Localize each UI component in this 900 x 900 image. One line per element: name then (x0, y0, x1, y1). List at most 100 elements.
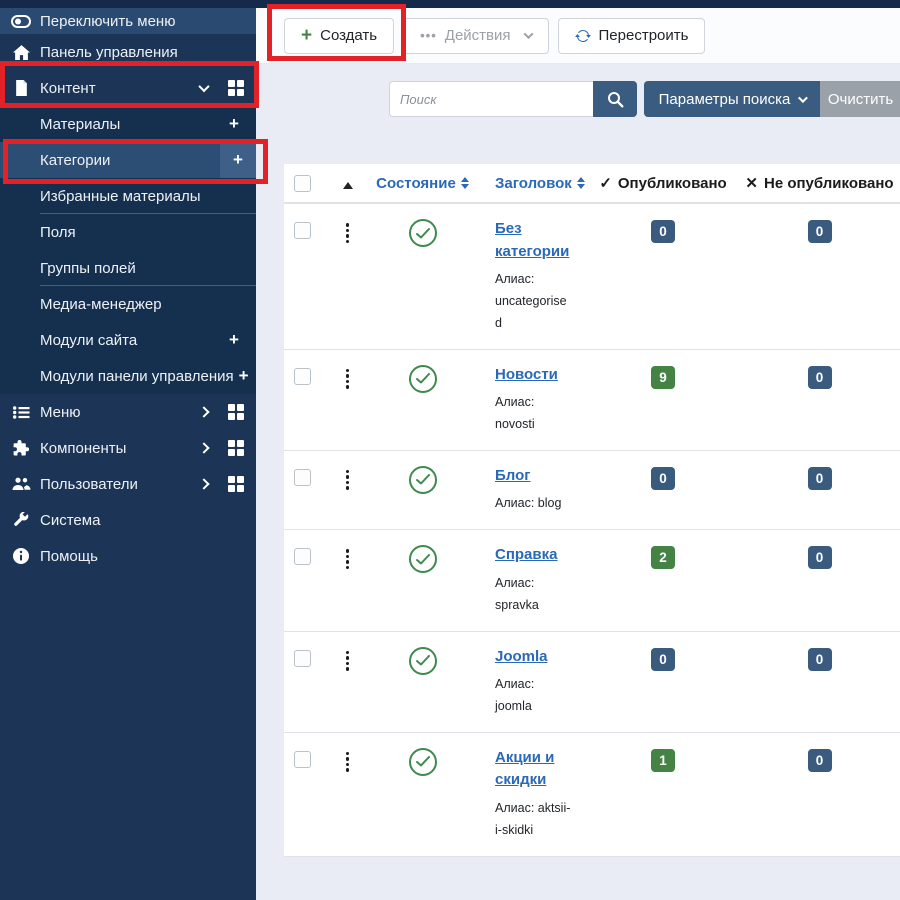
drag-handle-icon[interactable] (346, 651, 350, 671)
file-icon (10, 80, 32, 96)
list-icon (10, 404, 32, 420)
unpublished-count-badge[interactable]: 0 (808, 366, 832, 389)
dashboard-grid-icon[interactable] (228, 404, 244, 420)
published-state-icon[interactable] (409, 466, 437, 494)
sidebar-item-categories[interactable]: Категории + (0, 142, 256, 178)
row-checkbox[interactable] (294, 548, 311, 565)
published-count-badge[interactable]: 2 (651, 546, 675, 569)
sidebar-item-field-groups[interactable]: Группы полей (0, 250, 256, 286)
unpublished-column-header: ✕ Не опубликовано (745, 174, 893, 192)
filter-bar: Параметры поиска Очистить (389, 81, 900, 117)
unpublished-header-label: Не опубликовано (764, 175, 894, 192)
add-icon: + (228, 150, 248, 170)
row-checkbox[interactable] (294, 469, 311, 486)
published-count-badge[interactable]: 0 (651, 220, 675, 243)
unpublished-count-badge[interactable]: 0 (808, 467, 832, 490)
published-state-icon[interactable] (409, 365, 437, 393)
published-state-icon[interactable] (409, 219, 437, 247)
select-all-checkbox[interactable] (294, 175, 311, 192)
sidebar-item-label: Группы полей (40, 260, 244, 277)
unpublished-count-badge[interactable]: 0 (808, 546, 832, 569)
search-input[interactable] (389, 81, 593, 117)
sidebar-item-featured[interactable]: Избранные материалы (0, 178, 256, 214)
category-title-link[interactable]: Без категории (495, 220, 569, 260)
category-title-link[interactable]: Joomla (495, 648, 548, 665)
sidebar-item-components[interactable]: Компоненты (0, 430, 256, 466)
actions-button[interactable]: ••• Действия (403, 18, 548, 54)
create-button[interactable]: + Создать (284, 18, 394, 54)
drag-handle-icon[interactable] (346, 752, 350, 772)
title-column-header[interactable]: Заголовок (495, 175, 572, 192)
drag-handle-icon[interactable] (346, 549, 350, 569)
unpublished-count-badge[interactable]: 0 (808, 220, 832, 243)
unpublished-count-badge[interactable]: 0 (808, 648, 832, 671)
chevron-right-icon (194, 408, 214, 416)
sidebar-item-system[interactable]: Система (0, 502, 256, 538)
drag-handle-icon[interactable] (346, 223, 350, 243)
add-icon[interactable]: + (224, 330, 244, 350)
sidebar-item-fields[interactable]: Поля (0, 214, 256, 250)
dashboard-grid-icon[interactable] (228, 80, 244, 96)
published-count-badge[interactable]: 0 (651, 648, 675, 671)
create-button-label: Создать (320, 27, 377, 44)
ellipsis-icon: ••• (420, 28, 437, 43)
search-options-label: Параметры поиска (659, 91, 791, 108)
table-header-row: Состояние Заголовок ✓ Опубликовано ✕ Не … (284, 164, 900, 203)
sidebar-item-help[interactable]: Помощь (0, 538, 256, 574)
sidebar-item-label: Переключить меню (40, 13, 244, 30)
add-category-button[interactable]: + (220, 142, 256, 178)
search-button[interactable] (593, 81, 637, 117)
ordering-sort-icon[interactable] (343, 182, 353, 189)
sidebar-item-articles[interactable]: Материалы + (0, 106, 256, 142)
published-state-icon[interactable] (409, 647, 437, 675)
search-options-button[interactable]: Параметры поиска (644, 81, 820, 117)
content-submenu: Материалы + Категории + Избранные матери… (0, 106, 256, 394)
sidebar-item-menus[interactable]: Меню (0, 394, 256, 430)
category-title-link[interactable]: Акции и скидки (495, 749, 554, 789)
wrench-icon (10, 512, 32, 528)
table-row: Справка Алиас: spravka 2 0 (284, 529, 900, 630)
state-column-header[interactable]: Состояние (376, 175, 469, 192)
published-count-badge[interactable]: 9 (651, 366, 675, 389)
sidebar-item-site-modules[interactable]: Модули сайта + (0, 322, 256, 358)
sidebar-item-users[interactable]: Пользователи (0, 466, 256, 502)
category-title-link[interactable]: Справка (495, 546, 557, 563)
published-state-icon[interactable] (409, 545, 437, 573)
row-checkbox[interactable] (294, 650, 311, 667)
category-title-link[interactable]: Новости (495, 366, 558, 383)
sidebar-item-dashboard[interactable]: Панель управления (0, 34, 256, 70)
clear-button[interactable]: Очистить (820, 81, 900, 117)
published-state-icon[interactable] (409, 748, 437, 776)
drag-handle-icon[interactable] (346, 369, 350, 389)
unpublished-count-badge[interactable]: 0 (808, 749, 832, 772)
add-icon[interactable]: + (224, 114, 244, 134)
dashboard-grid-icon[interactable] (228, 440, 244, 456)
sidebar-item-content[interactable]: Контент (0, 70, 256, 106)
chevron-right-icon (194, 480, 214, 488)
row-checkbox[interactable] (294, 368, 311, 385)
published-count-badge[interactable]: 0 (651, 467, 675, 490)
info-icon (10, 548, 32, 564)
sidebar-item-media[interactable]: Медиа-менеджер (0, 286, 256, 322)
row-checkbox[interactable] (294, 222, 311, 239)
category-alias: Алиас: spravka (495, 573, 572, 617)
published-count-badge[interactable]: 1 (651, 749, 675, 772)
sidebar-item-label: Категории (40, 152, 220, 169)
plus-icon: + (301, 26, 312, 45)
rebuild-button[interactable]: Перестроить (558, 18, 706, 54)
category-alias: Алиас: uncategorised (495, 269, 572, 335)
sidebar-item-label: Панель управления (40, 44, 244, 61)
sort-icon (577, 177, 585, 189)
sidebar-item-label: Система (40, 512, 244, 529)
sidebar-item-admin-modules[interactable]: Модули панели управления + (0, 358, 256, 394)
category-title-link[interactable]: Блог (495, 467, 531, 484)
row-checkbox[interactable] (294, 751, 311, 768)
actions-button-label: Действия (445, 27, 511, 44)
sidebar-item-label: Помощь (40, 548, 244, 565)
drag-handle-icon[interactable] (346, 470, 350, 490)
sidebar-item-toggle-menu[interactable]: Переключить меню (0, 8, 256, 34)
dashboard-grid-icon[interactable] (228, 476, 244, 492)
category-alias: Алиас: novosti (495, 392, 572, 436)
add-icon[interactable]: + (234, 366, 254, 386)
sidebar-item-label: Компоненты (40, 440, 194, 457)
